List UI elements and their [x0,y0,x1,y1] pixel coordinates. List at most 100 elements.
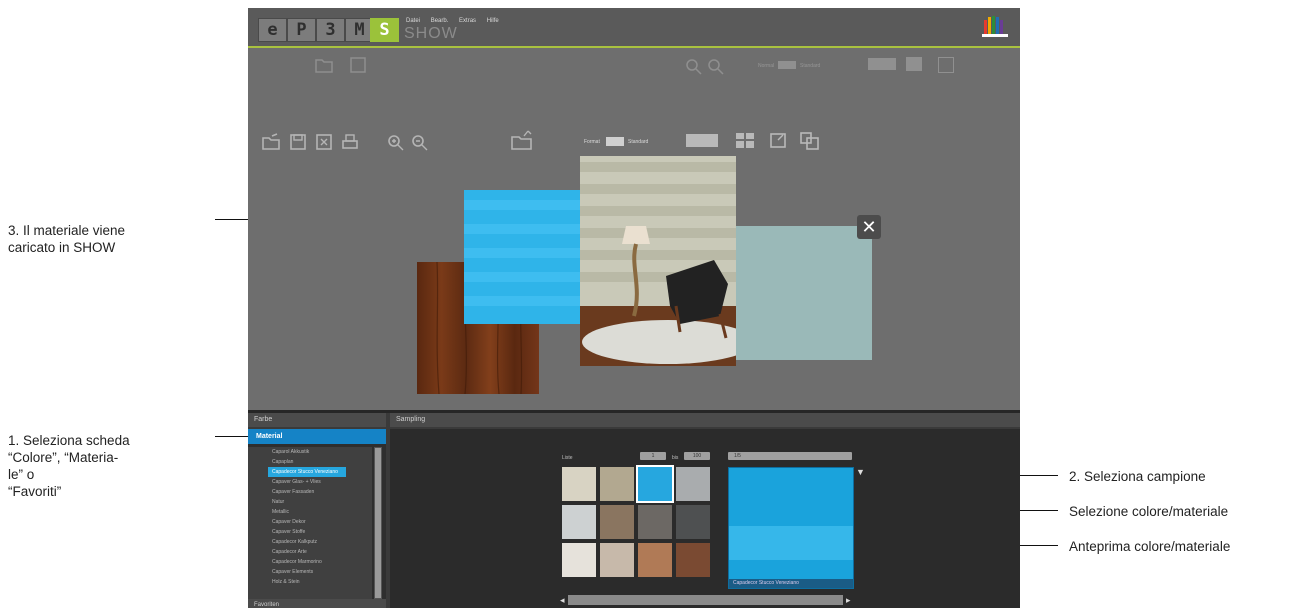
menu-item-edit[interactable]: Bearb. [431,18,449,24]
close-image-button[interactable]: ✕ [857,215,881,239]
list-item[interactable]: Capaver Fassaden [248,487,372,497]
annotation-line: “Favoriti” [8,484,62,499]
light-color-swatch[interactable] [736,226,872,360]
list-item[interactable]: Capadecor Arte [248,547,372,557]
close-file-icon[interactable] [314,133,334,151]
app-name: SHOW [404,25,458,42]
bottom-panel: Farbe Sampling Material Caparol Akkustik… [248,410,1020,608]
import-image-icon[interactable] [510,129,534,151]
format-label: Format [584,139,600,145]
fullscreen-icon[interactable] [770,133,786,148]
sample-swatch[interactable] [676,467,710,501]
zoom-out-icon[interactable] [410,134,430,152]
annotation-line: caricato in SHOW [8,240,116,255]
room-photo[interactable] [580,156,754,366]
layout-three-icon [868,58,896,70]
toolbar: Format Standard [248,129,1020,157]
list-item[interactable]: Capaplan [248,457,372,467]
sample-swatch[interactable] [600,543,634,577]
sample-swatch[interactable] [562,543,596,577]
sample-swatch[interactable] [676,543,710,577]
title-bar: e P 3 M S Datei Bearb. Extras Hilfe SHOW [248,8,1020,48]
sample-swatch[interactable] [638,505,672,539]
sampling-panel: Liste 1 bis 100 1/5 Capadecor Stucco Ven… [390,429,1020,608]
zoom-out-icon [706,57,726,75]
material-list: Caparol Akkustik Capaplan Capadecor Stuc… [248,447,372,599]
layout-grid-icon[interactable] [736,133,754,148]
panel-header-color[interactable]: Farbe [248,413,386,427]
format-box[interactable] [606,137,624,146]
sample-swatch[interactable] [600,467,634,501]
scroll-left-icon[interactable]: ◂ [560,595,566,605]
filter-from-box[interactable]: 1 [640,452,666,460]
layout-three-icon[interactable] [686,134,718,147]
open-icon[interactable] [261,133,281,151]
color-preview: Capadecor Stucco Veneziano [728,467,854,589]
list-item[interactable]: Capadecor Kalkputz [248,537,372,547]
tab-material[interactable]: Material [248,429,386,444]
list-item[interactable]: Capaver Stoffe [248,527,372,537]
selection-band [729,526,853,560]
open-icon [314,56,334,74]
sample-swatch[interactable] [638,543,672,577]
preview-caption: Capadecor Stucco Veneziano [729,579,853,588]
tabs-panel: Material Caparol Akkustik Capaplan Capad… [248,429,386,608]
annotation-line: 1. Seleziona scheda [8,433,130,448]
brand-logo-icon [982,14,1008,38]
list-item[interactable]: Metallic [248,507,372,517]
sample-scroll-strip[interactable] [568,595,843,605]
sample-swatch[interactable] [562,505,596,539]
format-label: Normal [758,63,775,69]
annotation-line: 3. Il materiale viene [8,223,126,238]
zoom-in-icon[interactable] [386,134,406,152]
format-right-label: Standard [800,63,821,69]
zoom-in-icon [684,57,704,75]
list-item[interactable]: Capaver Elements [248,567,372,577]
annotation-color-selection: Selezione colore/materiale [1069,504,1229,519]
menu-bar: Datei Bearb. Extras Hilfe [406,18,508,24]
sample-swatch[interactable] [600,505,634,539]
search-bar[interactable]: 1/5 [728,452,852,460]
workspace [248,156,1020,410]
list-item-selected[interactable]: Capadecor Stucco Veneziano [268,467,346,477]
sample-swatch[interactable] [676,505,710,539]
print-icon[interactable] [340,133,360,151]
list-item[interactable]: Natur [248,497,372,507]
logo-letter: P [287,18,316,42]
format-box[interactable] [778,61,796,69]
annotation-load-material: 3. Il materiale viene caricato in SHOW [8,222,125,256]
compare-icon[interactable] [800,132,820,150]
filter-mid-label: bis [672,455,679,461]
annotation-select-sample: 2. Seleziona campione [1069,469,1206,484]
logo-letter: e [258,18,287,42]
save-icon[interactable] [288,133,308,151]
list-item[interactable]: Capadecor Marmorino [248,557,372,567]
panel-header-sampling: Sampling [390,413,1020,427]
scroll-right-icon[interactable]: ▸ [846,595,852,605]
save-icon [348,56,368,74]
menu-item-help[interactable]: Hilfe [487,18,499,24]
annotation-line: “Colore”, “Materia- [8,450,119,465]
sample-swatch-selected[interactable] [636,465,674,503]
list-item[interactable]: Holz & Stein [248,577,372,587]
tab-favorites[interactable]: Favoriten [248,599,386,608]
fullscreen-icon [938,57,954,73]
annotation-select-tab: 1. Seleziona scheda “Colore”, “Materia- … [8,432,130,500]
menu-item-extras[interactable]: Extras [459,18,476,24]
annotation-line: le” o [8,467,35,482]
list-item[interactable]: Capaver Glas- + Vlies [248,477,372,487]
layout-grid-icon [906,57,922,71]
annotation-color-preview: Anteprima colore/materiale [1069,539,1231,554]
logo-letter-active: S [370,18,399,42]
filter-label: Liste [562,455,573,461]
filter-to-box[interactable]: 100 [684,452,710,460]
app-window: e P 3 M S Datei Bearb. Extras Hilfe SHOW [248,8,1020,608]
sample-swatch[interactable] [562,467,596,501]
list-scrollbar[interactable] [374,447,382,599]
list-item[interactable]: Caparol Akkustik [248,447,372,457]
filter-funnel-icon[interactable]: ▼ [856,467,865,477]
toolbar-ghost: Normal Standard [248,52,1020,80]
menu-item-file[interactable]: Datei [406,18,420,24]
format-right-label: Standard [628,139,649,145]
list-item[interactable]: Capaver Dekor [248,517,372,527]
